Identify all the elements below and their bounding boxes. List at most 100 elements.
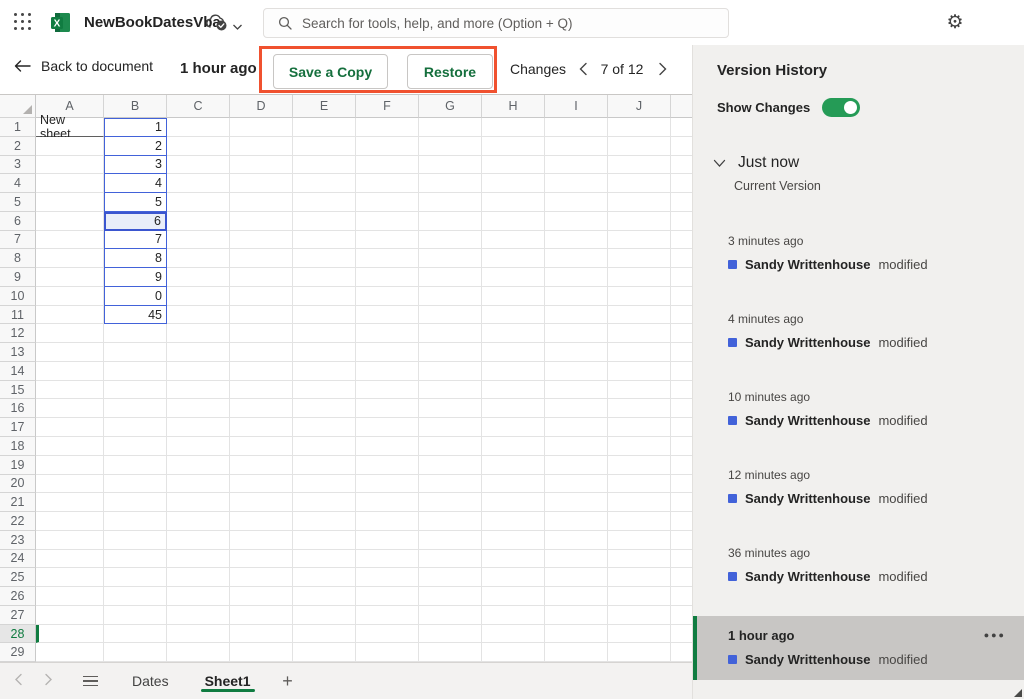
cell-F19[interactable] [356,455,419,475]
cell-E26[interactable] [293,587,356,606]
scroll-sheets-right-icon[interactable] [36,669,60,693]
select-all-corner[interactable] [0,95,36,118]
cell-B24[interactable] [104,549,167,569]
cell-F1[interactable] [356,118,419,137]
cell-A13[interactable] [36,343,104,362]
cell-D14[interactable] [230,361,293,381]
row-header-8[interactable]: 8 [0,249,36,269]
cell-A14[interactable] [36,361,104,381]
cell-A6[interactable] [36,211,104,231]
cell-I11[interactable] [545,305,608,325]
cell-G3[interactable] [419,155,482,175]
cell-H6[interactable] [482,211,545,231]
cell-H29[interactable] [482,643,545,663]
cell-J15[interactable] [608,380,671,400]
cell-C12[interactable] [167,324,230,344]
cell-I7[interactable] [545,230,608,250]
settings-gear-icon[interactable]: ⚙ [942,10,968,36]
cell-B20[interactable] [104,474,167,494]
cell-C20[interactable] [167,474,230,494]
cell-J22[interactable] [608,512,671,531]
cell-H4[interactable] [482,174,545,194]
cell-B5[interactable]: 5 [104,193,167,212]
cell-A28[interactable] [36,624,104,644]
column-header-J[interactable]: J [608,95,671,118]
cell-F26[interactable] [356,587,419,606]
cell-E6[interactable] [293,211,356,231]
cell-B26[interactable] [104,587,167,606]
cell-J21[interactable] [608,493,671,513]
cell-E12[interactable] [293,324,356,344]
cell-C19[interactable] [167,455,230,475]
cell-D18[interactable] [230,437,293,456]
cell-F11[interactable] [356,305,419,325]
row-header-3[interactable]: 3 [0,155,36,175]
cell-C23[interactable] [167,530,230,550]
cell-D5[interactable] [230,193,293,212]
cell-D25[interactable] [230,568,293,588]
cell-B4[interactable]: 4 [104,174,167,194]
cell-F24[interactable] [356,549,419,569]
cell-D27[interactable] [230,605,293,625]
cell-B10[interactable]: 0 [104,286,167,306]
cell-G26[interactable] [419,587,482,606]
cell-D9[interactable] [230,268,293,287]
sheet-tab-sheet1[interactable]: Sheet1 [187,663,269,699]
row-header-7[interactable]: 7 [0,230,36,250]
cell-G4[interactable] [419,174,482,194]
cell-H8[interactable] [482,249,545,269]
cell-E5[interactable] [293,193,356,212]
cell-I18[interactable] [545,437,608,456]
cell-C11[interactable] [167,305,230,325]
cell-G14[interactable] [419,361,482,381]
cell-H7[interactable] [482,230,545,250]
cell-E25[interactable] [293,568,356,588]
row-header-23[interactable]: 23 [0,530,36,550]
cell-I21[interactable] [545,493,608,513]
cell-G12[interactable] [419,324,482,344]
cell-B17[interactable] [104,418,167,438]
cell-E24[interactable] [293,549,356,569]
column-header-G[interactable]: G [419,95,482,118]
row-header-19[interactable]: 19 [0,455,36,475]
cell-J23[interactable] [608,530,671,550]
cell-G15[interactable] [419,380,482,400]
cell-G16[interactable] [419,399,482,419]
cell-E23[interactable] [293,530,356,550]
cell-H23[interactable] [482,530,545,550]
cell-G13[interactable] [419,343,482,362]
cell-E4[interactable] [293,174,356,194]
cell-G29[interactable] [419,643,482,663]
cell-D19[interactable] [230,455,293,475]
cell-E10[interactable] [293,286,356,306]
cell-A9[interactable] [36,268,104,287]
panel-resize-handle[interactable] [1014,689,1022,697]
cell-D20[interactable] [230,474,293,494]
cell-F6[interactable] [356,211,419,231]
cell-C27[interactable] [167,605,230,625]
cell-J7[interactable] [608,230,671,250]
cell-F9[interactable] [356,268,419,287]
cell-D21[interactable] [230,493,293,513]
cell-A23[interactable] [36,530,104,550]
cell-C26[interactable] [167,587,230,606]
cell-H18[interactable] [482,437,545,456]
cell-F8[interactable] [356,249,419,269]
cell-I16[interactable] [545,399,608,419]
cell-J28[interactable] [608,624,671,644]
cell-D29[interactable] [230,643,293,663]
cell-B11[interactable]: 45 [104,305,167,325]
cell-D12[interactable] [230,324,293,344]
row-header-22[interactable]: 22 [0,512,36,531]
cell-F28[interactable] [356,624,419,644]
cell-J5[interactable] [608,193,671,212]
column-header-H[interactable]: H [482,95,545,118]
cell-G7[interactable] [419,230,482,250]
row-header-4[interactable]: 4 [0,174,36,194]
cell-J14[interactable] [608,361,671,381]
cell-H13[interactable] [482,343,545,362]
cell-H26[interactable] [482,587,545,606]
cell-A11[interactable] [36,305,104,325]
cell-I13[interactable] [545,343,608,362]
cell-I20[interactable] [545,474,608,494]
